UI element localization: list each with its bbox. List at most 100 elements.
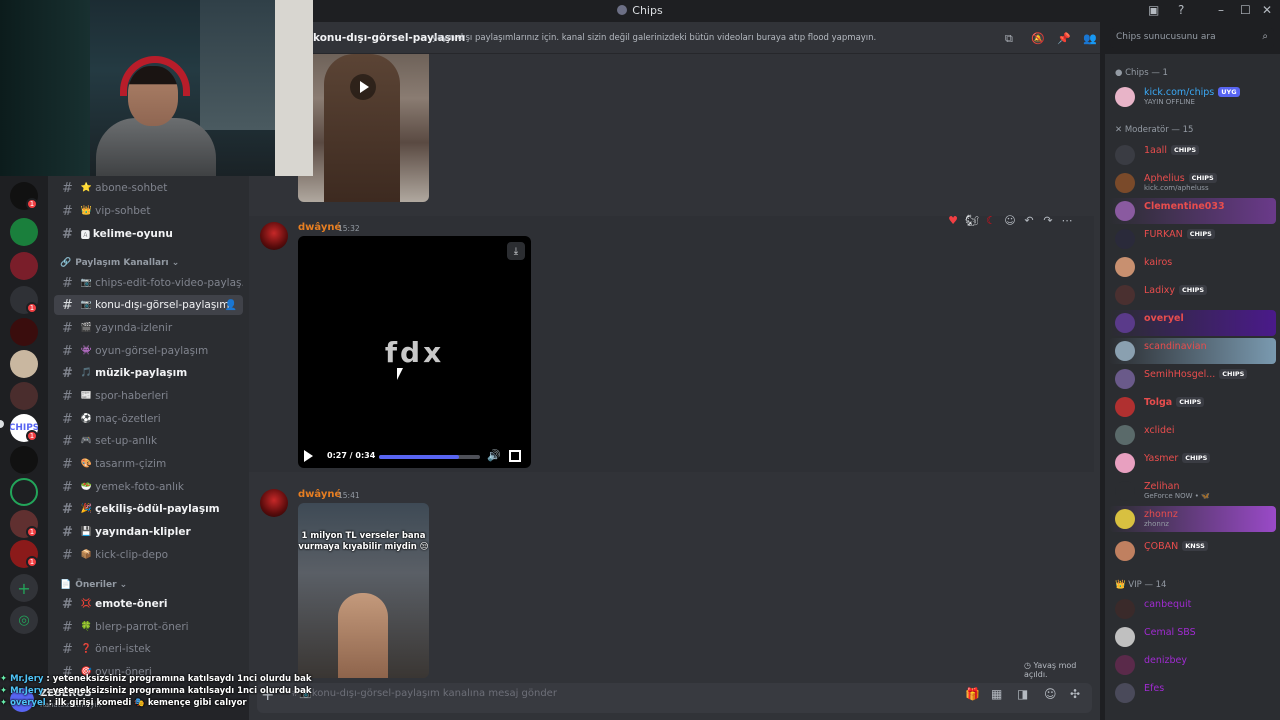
member-name: 1aall CHIPS xyxy=(1144,145,1200,156)
member-item[interactable]: zhonnz zhonnz xyxy=(1109,506,1276,532)
add-reaction-icon[interactable]: ☺ xyxy=(1003,214,1017,227)
member-item[interactable]: Zelihan GeForce NOW • 🦋 xyxy=(1109,478,1276,504)
reply-icon[interactable]: ↶ xyxy=(1022,214,1036,227)
category-suggest[interactable]: 📄 Öneriler ⌄ xyxy=(60,580,127,590)
member-item[interactable]: xclidei xyxy=(1109,422,1276,448)
download-icon[interactable]: ⤓ xyxy=(507,242,525,260)
member-name: Efes xyxy=(1144,683,1165,694)
avatar xyxy=(1115,341,1135,361)
server-icon[interactable] xyxy=(10,318,38,346)
inbox-icon[interactable]: ▣ xyxy=(1148,3,1159,17)
channel-kelime-oyunu[interactable]: # 🅰kelime-oyunu xyxy=(54,224,243,244)
channel-abone-sohbet[interactable]: # ⭐ abone-sohbet xyxy=(54,178,243,198)
channel-yayindan-klipler[interactable]: # 💾 yayından-klipler xyxy=(54,522,243,542)
channel-topic[interactable]: yayın dışı paylaşımlarınız için. kanal s… xyxy=(432,33,876,43)
member-name: scandinavian xyxy=(1144,341,1207,352)
channel-cekilis[interactable]: # 🎉 çekiliş-ödül-paylaşım xyxy=(54,499,243,519)
member-item[interactable]: Aphelius CHIPS kick.com/apheluss xyxy=(1109,170,1276,196)
fullscreen-icon[interactable] xyxy=(509,450,521,462)
video-attachment[interactable] xyxy=(298,54,429,202)
video-attachment[interactable]: 1 milyon TL verseler bana vurmaya kıyabi… xyxy=(298,503,429,678)
gift-icon[interactable]: 🎁 xyxy=(965,687,980,701)
video-progress[interactable] xyxy=(379,455,480,459)
volume-icon[interactable]: 🔊 xyxy=(487,449,501,462)
server-icon[interactable] xyxy=(10,350,38,378)
channel-konu-disi-gorsel-paylasim[interactable]: # 📷 konu-dışı-görsel-paylaşım 👤 xyxy=(54,295,243,315)
pin-icon[interactable]: 📌 xyxy=(1057,32,1071,45)
more-icon[interactable]: ⋯ xyxy=(1060,214,1074,227)
server-icon[interactable] xyxy=(10,252,38,280)
avatar[interactable] xyxy=(260,222,288,250)
member-item[interactable]: ÇOBAN KNSS xyxy=(1109,538,1276,564)
member-item[interactable]: Yasmer CHIPS xyxy=(1109,450,1276,476)
channel-set-up-anlik[interactable]: # 🎮 set-up-anlık xyxy=(54,431,243,451)
channel-vip-sohbet[interactable]: # 👑 vip-sohbet xyxy=(54,201,243,221)
member-item[interactable]: Tolga CHIPS xyxy=(1109,394,1276,420)
server-icon[interactable] xyxy=(10,478,38,506)
server-icon[interactable] xyxy=(10,218,38,246)
slowmode-text: Yavaş mod açıldı. xyxy=(1024,661,1077,679)
emoji-icon[interactable]: ☺ xyxy=(1044,687,1057,701)
play-icon[interactable] xyxy=(350,74,376,100)
avatar xyxy=(1115,285,1135,305)
search-input[interactable]: Chips sunucusunu ara ⌕ xyxy=(1110,28,1274,48)
mute-icon[interactable]: 🔕 xyxy=(1031,32,1045,45)
discover-icon[interactable]: ◎ xyxy=(10,606,38,634)
member-item[interactable]: 1aall CHIPS xyxy=(1109,142,1276,168)
heart-reaction-icon[interactable]: ♥ xyxy=(946,214,960,227)
channel-oyun-gorsel[interactable]: # 👾 oyun-görsel-paylaşım xyxy=(54,341,243,361)
channel-label: kick-clip-depo xyxy=(95,549,169,561)
help-icon[interactable]: ? xyxy=(1178,3,1184,17)
channel-mac-ozetleri[interactable]: # ⚽ maç-özetleri xyxy=(54,409,243,429)
member-item[interactable]: kairos xyxy=(1109,254,1276,280)
category-share[interactable]: 🔗 Paylaşım Kanalları ⌄ xyxy=(60,258,179,268)
channel-yayinda-izlenir[interactable]: # 🎬 yayında-izlenir xyxy=(54,318,243,338)
channel-chips-edit[interactable]: # 📷 chips-edit-foto-video-paylaş... xyxy=(54,273,243,293)
member-item[interactable]: Cemal SBS xyxy=(1109,624,1276,650)
member-list-icon[interactable]: 👥 xyxy=(1083,32,1097,45)
channel-spor-haberleri[interactable]: # 📰 spor-haberleri xyxy=(54,386,243,406)
server-icon[interactable] xyxy=(10,446,38,474)
close-button[interactable]: ✕ xyxy=(1262,3,1272,17)
add-member-icon[interactable]: 👤 xyxy=(225,300,237,311)
avatar xyxy=(1115,655,1135,675)
role-header-moderator: ✕ Moderatör — 15 xyxy=(1115,125,1194,135)
channel-kick-clip-depo[interactable]: # 📦 kick-clip-depo xyxy=(54,545,243,565)
member-item[interactable]: kick.com/chips UYG YAYIN OFFLINE xyxy=(1109,84,1276,110)
member-item[interactable]: overyel xyxy=(1109,310,1276,336)
play-button[interactable] xyxy=(304,450,313,462)
forward-icon[interactable]: ↷ xyxy=(1041,214,1055,227)
minimize-button[interactable]: – xyxy=(1218,3,1224,17)
sticker-icon[interactable]: ◨ xyxy=(1017,687,1028,701)
message-author[interactable]: dwâyné xyxy=(298,222,341,233)
member-item[interactable]: Efes xyxy=(1109,680,1276,706)
message-author[interactable]: dwâyné xyxy=(298,489,341,500)
server-badge: 1 xyxy=(26,302,38,314)
flag-reaction-icon[interactable]: ☾ xyxy=(984,214,998,227)
video-player[interactable]: ⤓ fdx 0:27 / 0:34 🔊 xyxy=(298,236,531,468)
member-item[interactable]: canbequit xyxy=(1109,596,1276,622)
channel-emoji: 🎮 xyxy=(80,436,93,446)
channel-emote-oneri[interactable]: # 💢 emote-öneri xyxy=(54,594,243,614)
channel-oneri-istek[interactable]: # ❓ öneri-istek xyxy=(54,639,243,659)
threads-icon[interactable]: ⧉ xyxy=(1005,32,1013,46)
member-item[interactable]: Ladixy CHIPS xyxy=(1109,282,1276,308)
member-item[interactable]: FURKAN CHIPS xyxy=(1109,226,1276,252)
member-item[interactable]: Clementine033 xyxy=(1109,198,1276,224)
channel-emoji: 🎉 xyxy=(80,504,93,514)
reaction-icon[interactable]: 🐿 xyxy=(965,214,979,227)
apps-icon[interactable]: ✣ xyxy=(1070,687,1080,701)
member-item[interactable]: SemihHosgel... CHIPS xyxy=(1109,366,1276,392)
add-server-icon[interactable]: + xyxy=(10,574,38,602)
channel-muzik-paylasim[interactable]: # 🎵 müzik-paylaşım xyxy=(54,363,243,383)
channel-tasarim-cizim[interactable]: # 🎨 tasarım-çizim xyxy=(54,454,243,474)
avatar[interactable] xyxy=(260,489,288,517)
channel-emoji: 🎬 xyxy=(80,323,93,333)
server-icon[interactable] xyxy=(10,382,38,410)
channel-blerp-parrot[interactable]: # 🍀 blerp-parrot-öneri xyxy=(54,617,243,637)
maximize-button[interactable]: ☐ xyxy=(1240,3,1251,17)
member-item[interactable]: denizbey xyxy=(1109,652,1276,678)
channel-yemek-foto[interactable]: # 🥗 yemek-foto-anlık xyxy=(54,477,243,497)
member-item[interactable]: scandinavian xyxy=(1109,338,1276,364)
gif-icon[interactable]: ▦ xyxy=(991,687,1002,701)
